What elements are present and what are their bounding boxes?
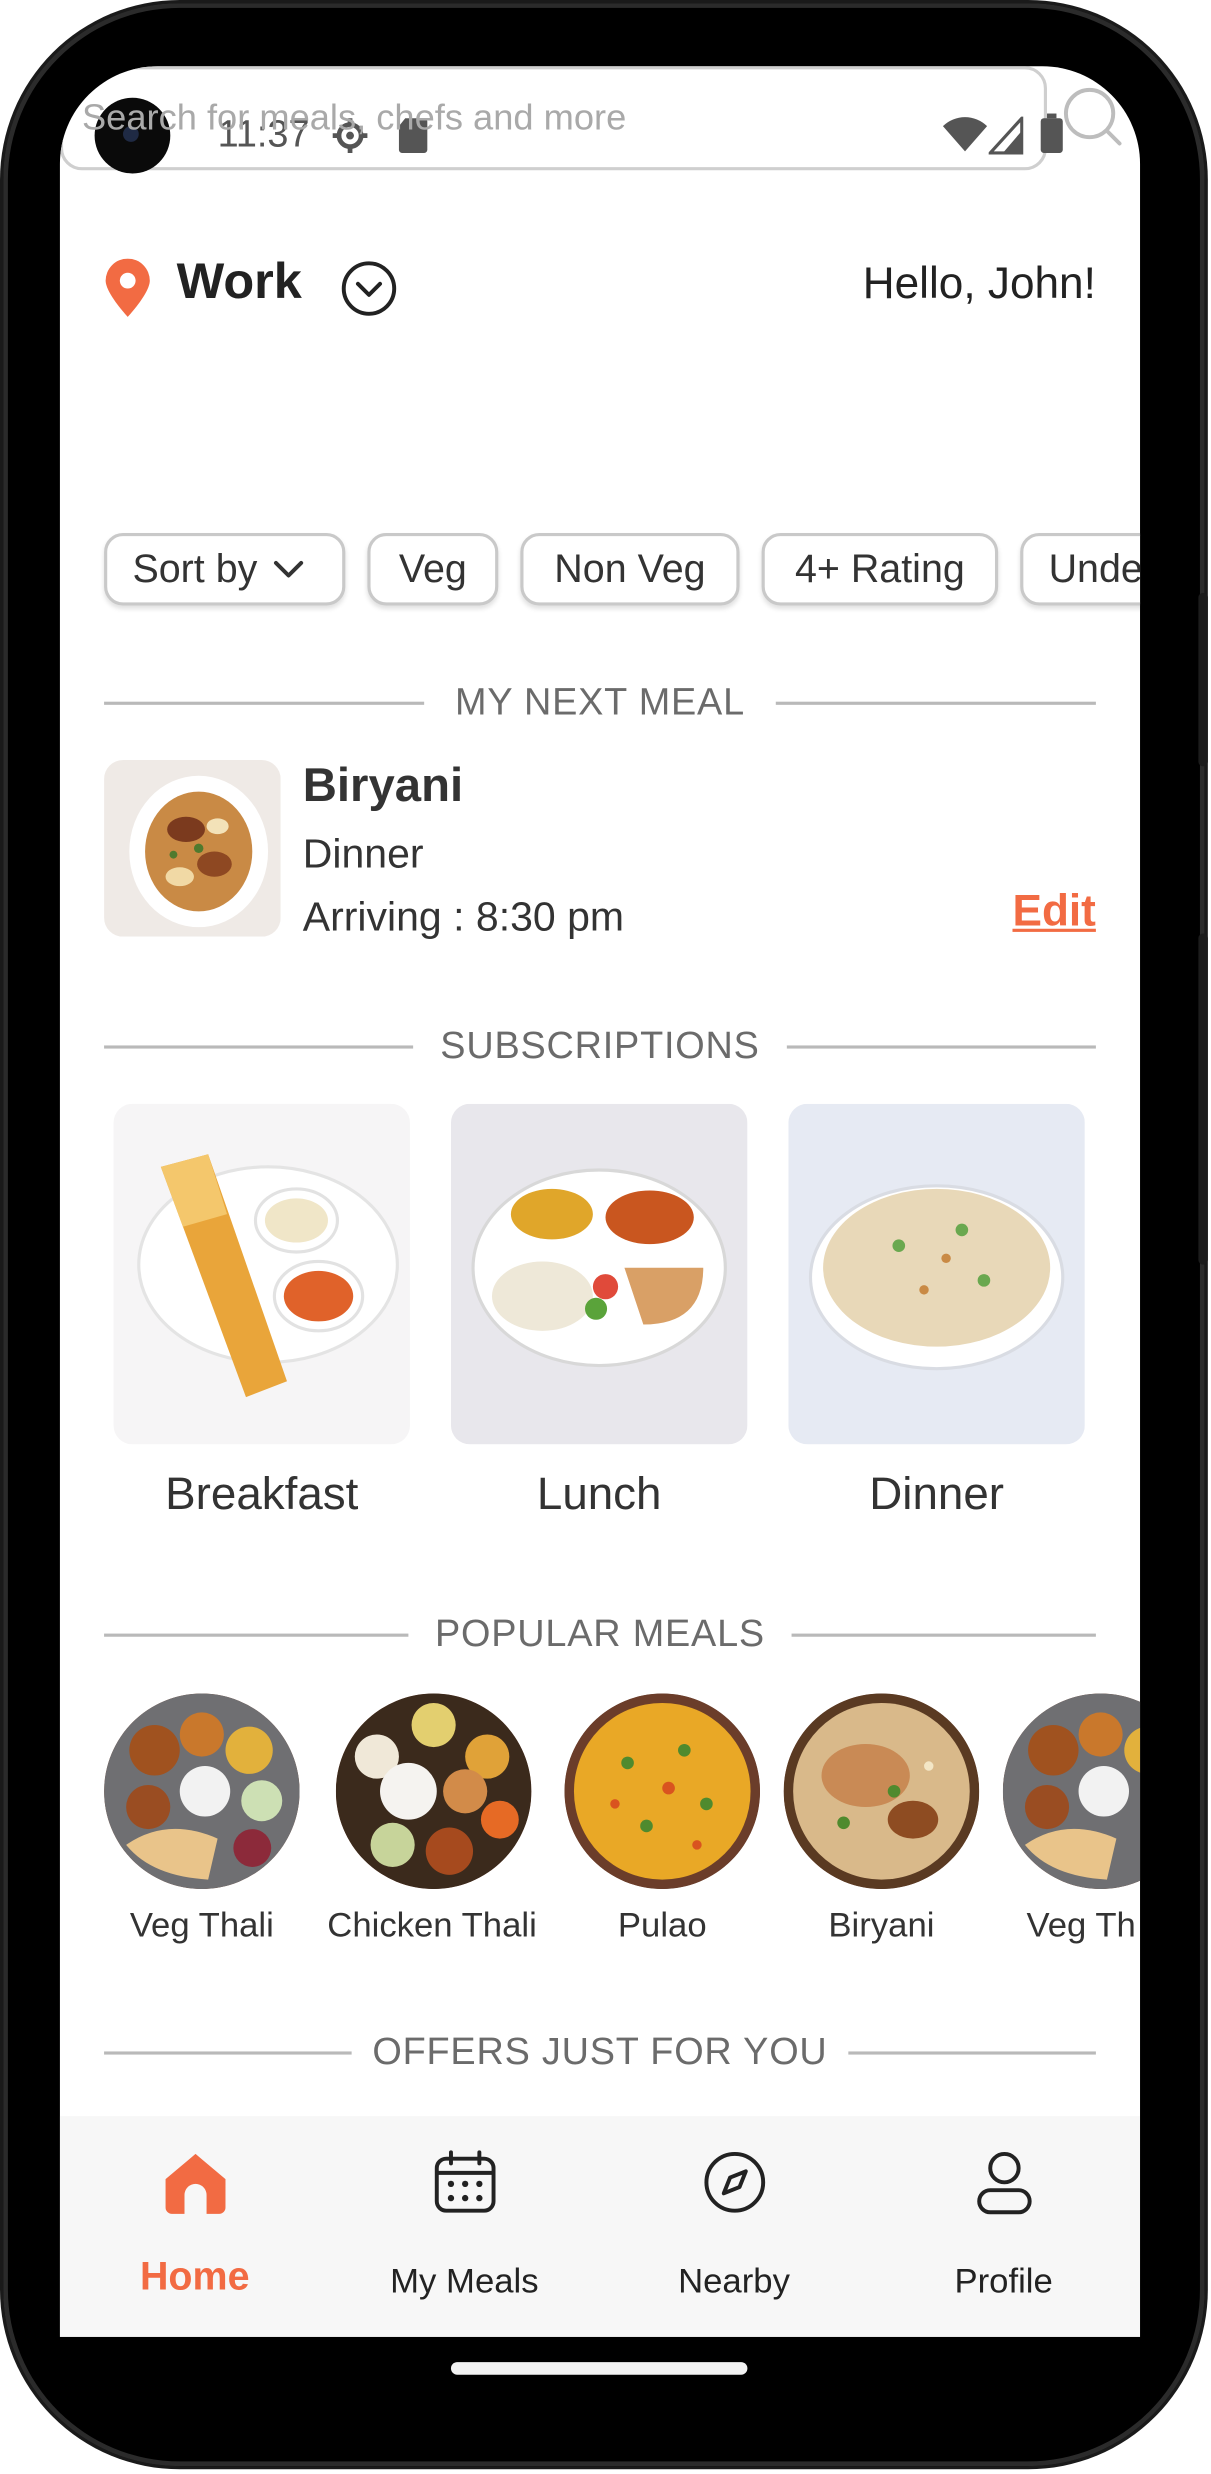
biryani-image[interactable]: [783, 1693, 980, 1890]
home-indicator[interactable]: [450, 2362, 748, 2375]
thali-image: [450, 1103, 748, 1445]
chevron-down-icon: [274, 560, 304, 578]
popular-item-label: Biryani: [828, 1904, 935, 1945]
chip-label: Sort by: [132, 546, 258, 591]
nav-nearby[interactable]: Nearby: [599, 2116, 869, 2337]
section-offers: OFFERS JUST FOR YOU: [104, 2025, 1096, 2082]
search-icon[interactable]: [1061, 85, 1124, 148]
compass-icon: [704, 2151, 766, 2213]
greeting: Hello, John!: [862, 258, 1096, 308]
veg-thali-image[interactable]: [104, 1693, 300, 1890]
wifi-icon: [942, 117, 988, 152]
section-my-next-meal: MY NEXT MEAL: [104, 675, 1096, 732]
edit-link[interactable]: Edit: [1012, 886, 1095, 936]
breakfast-label: Breakfast: [165, 1469, 359, 1521]
rating-chip[interactable]: 4+ Rating: [761, 532, 999, 606]
next-meal-name: Biryani: [302, 760, 464, 813]
chicken-thali-image[interactable]: [335, 1693, 532, 1890]
popular-item-label: Veg Thali: [129, 1904, 274, 1945]
chip-label: Veg: [398, 546, 467, 591]
next-meal-arrival: Arriving : 8:30 pm: [302, 892, 625, 940]
veg-thali-photo: [1002, 1693, 1141, 1890]
dosa-image: [113, 1103, 410, 1445]
chevron-down-circle-icon[interactable]: [339, 259, 399, 319]
nav-profile[interactable]: Profile: [869, 2116, 1139, 2337]
next-meal-type: Dinner: [302, 829, 424, 877]
nav-label: My Meals: [390, 2261, 539, 2301]
under-chip[interactable]: Unde: [1020, 532, 1141, 606]
sort-by-chip[interactable]: Sort by: [104, 532, 346, 606]
location-label[interactable]: Work: [177, 252, 302, 310]
nav-home[interactable]: Home: [60, 2116, 330, 2337]
volume-button: [1198, 592, 1208, 767]
location-pin-icon: [105, 258, 150, 317]
lunch-label: Lunch: [536, 1469, 662, 1521]
search-input[interactable]: [78, 85, 937, 149]
breakfast-card[interactable]: [113, 1103, 410, 1445]
calendar-icon: [434, 2150, 496, 2213]
dinner-label: Dinner: [869, 1469, 1004, 1521]
user-icon: [977, 2151, 1032, 2215]
nav-label: Home: [139, 2254, 250, 2300]
nav-my-meals[interactable]: My Meals: [330, 2116, 600, 2337]
power-button: [1198, 933, 1208, 1265]
search-box[interactable]: [59, 66, 1122, 171]
chip-label: 4+ Rating: [794, 546, 965, 591]
signal-icon: [988, 116, 1024, 155]
app-screen: 11:37 Work Hello, John! Search for meals…: [59, 66, 1141, 2337]
nav-label: Nearby: [678, 2261, 790, 2301]
chip-label: Unde: [1048, 546, 1141, 591]
rice-image: [788, 1103, 1085, 1445]
veg-thali-photo: [104, 1693, 300, 1890]
bottom-navigation: Home My Meals Nearby Profile: [59, 2116, 1141, 2337]
biryani-thumbnail[interactable]: [104, 760, 281, 937]
divider: [786, 1045, 1096, 1049]
pulao-image[interactable]: [564, 1693, 761, 1890]
divider: [775, 701, 1096, 705]
divider: [791, 1633, 1096, 1637]
chicken-thali-photo: [335, 1693, 532, 1890]
section-popular-meals: POPULAR MEALS: [104, 1607, 1096, 1664]
chip-label: Non Veg: [554, 546, 706, 591]
biryani-photo: [783, 1693, 980, 1890]
popular-item-label: Veg Th: [1026, 1904, 1136, 1945]
veg-chip[interactable]: Veg: [367, 532, 499, 606]
dinner-card[interactable]: [788, 1103, 1085, 1445]
divider: [848, 2051, 1096, 2055]
pulao-photo: [564, 1693, 761, 1890]
veg-thali-image-2[interactable]: [1002, 1693, 1141, 1890]
nav-label: Profile: [954, 2261, 1053, 2301]
popular-item-label: Chicken Thali: [327, 1904, 537, 1945]
non-veg-chip[interactable]: Non Veg: [520, 532, 740, 606]
section-subscriptions: SUBSCRIPTIONS: [104, 1019, 1096, 1076]
home-icon: [165, 2153, 226, 2214]
lunch-card[interactable]: [450, 1103, 748, 1445]
